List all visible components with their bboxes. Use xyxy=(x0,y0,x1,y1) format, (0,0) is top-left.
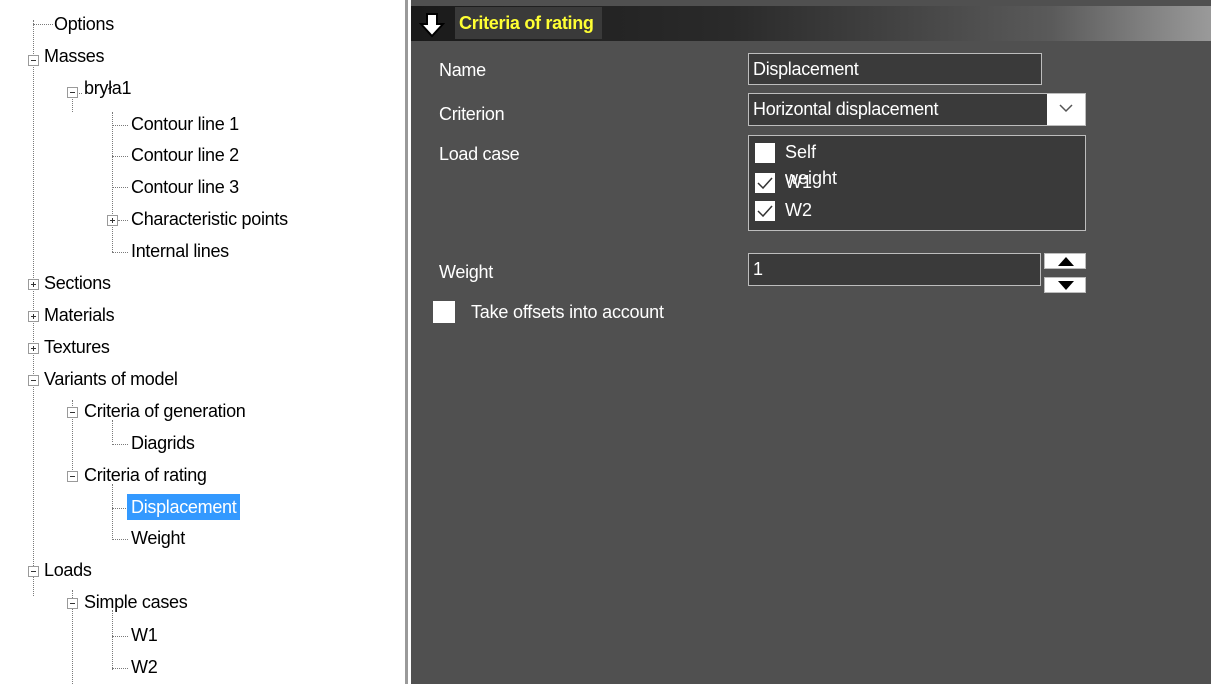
weight-label: Weight xyxy=(439,262,493,282)
tree-line xyxy=(112,484,113,538)
section-title: Criteria of rating xyxy=(455,7,602,39)
tree-item-label: Internal lines xyxy=(131,241,229,261)
collapse-simple-cases-icon[interactable] xyxy=(67,598,78,609)
tree-line xyxy=(112,112,113,252)
tree-item-label: Textures xyxy=(44,337,110,357)
tree-line xyxy=(112,508,128,509)
tree-line xyxy=(112,187,128,188)
load-case-list[interactable]: Self weight W1 W2 xyxy=(748,135,1086,231)
load-case-label-text: W2 xyxy=(785,200,812,220)
tree-line xyxy=(112,444,128,445)
tree-item-label: W1 xyxy=(131,625,158,645)
tree-item-label: Sections xyxy=(44,273,111,293)
up-arrow-icon xyxy=(1058,257,1074,266)
collapse-loads-icon[interactable] xyxy=(28,566,39,577)
expand-characteristic-points-icon[interactable] xyxy=(107,215,118,226)
checkmark-icon xyxy=(757,205,773,218)
tree-item-label: Contour line 2 xyxy=(131,145,239,165)
tree-item-label: Loads xyxy=(44,560,92,580)
tree-line xyxy=(112,610,113,670)
weight-increment-button[interactable] xyxy=(1044,253,1086,269)
load-case-label-text: W1 xyxy=(785,172,812,192)
expand-materials-icon[interactable] xyxy=(28,311,39,322)
tree-item-label: Displacement xyxy=(127,494,241,520)
properties-panel: Criteria of rating Name Criterion Horizo… xyxy=(411,0,1211,684)
load-case-checkbox[interactable] xyxy=(755,143,775,163)
section-header[interactable]: Criteria of rating xyxy=(411,6,1211,41)
tree-item-label: Contour line 1 xyxy=(131,114,239,134)
collapse-bryla1-icon[interactable] xyxy=(67,87,78,98)
tree-line xyxy=(33,20,34,596)
tree-item-label: Contour line 3 xyxy=(131,177,239,197)
dropdown-button[interactable] xyxy=(1047,94,1085,125)
load-case-label: Load case xyxy=(439,144,520,164)
criterion-dropdown[interactable]: Horizontal displacement xyxy=(748,93,1086,126)
take-offsets-label: Take offsets into account xyxy=(471,302,664,322)
load-case-checkbox[interactable] xyxy=(755,201,775,221)
tree-item-label: Criteria of rating xyxy=(84,465,207,485)
collapse-criteria-rating-icon[interactable] xyxy=(67,471,78,482)
collapse-criteria-generation-icon[interactable] xyxy=(67,407,78,418)
down-arrow-icon[interactable] xyxy=(419,12,445,38)
tree-item-label: Materials xyxy=(44,305,115,325)
chevron-down-icon xyxy=(1059,104,1073,113)
model-tree[interactable]: Options Masses bryła1 Contour line 1 Con… xyxy=(0,0,408,684)
load-case-checkbox[interactable] xyxy=(755,173,775,193)
tree-line xyxy=(112,156,128,157)
tree-item-label: Variants of model xyxy=(44,369,178,389)
tree-line xyxy=(112,539,128,540)
weight-decrement-button[interactable] xyxy=(1044,277,1086,293)
tree-line xyxy=(112,252,128,253)
name-field[interactable] xyxy=(748,53,1042,85)
checkmark-icon xyxy=(757,177,773,190)
criterion-label: Criterion xyxy=(439,104,505,124)
collapse-variants-icon[interactable] xyxy=(28,375,39,386)
tree-item-label: W2 xyxy=(131,657,158,677)
tree-item-label: Masses xyxy=(44,46,105,66)
collapse-masses-icon[interactable] xyxy=(28,55,39,66)
tree-item-label: bryła1 xyxy=(84,78,132,98)
tree-line xyxy=(112,125,128,126)
tree-item-label: Options xyxy=(54,14,114,34)
expand-sections-icon[interactable] xyxy=(28,279,39,290)
tree-item-label: Characteristic points xyxy=(131,209,288,229)
tree-item-label: Simple cases xyxy=(84,592,188,612)
name-label: Name xyxy=(439,60,486,80)
tree-line xyxy=(112,668,128,669)
criterion-selected-value: Horizontal displacement xyxy=(753,99,939,119)
weight-field[interactable] xyxy=(748,253,1041,286)
tree-item-label: Criteria of generation xyxy=(84,401,246,421)
tree-item-label: Weight xyxy=(131,528,185,548)
tree-line xyxy=(112,636,128,637)
tree-item-label: Diagrids xyxy=(131,433,195,453)
take-offsets-checkbox[interactable] xyxy=(433,301,455,323)
down-arrow-icon xyxy=(1058,281,1074,290)
expand-textures-icon[interactable] xyxy=(28,343,39,354)
